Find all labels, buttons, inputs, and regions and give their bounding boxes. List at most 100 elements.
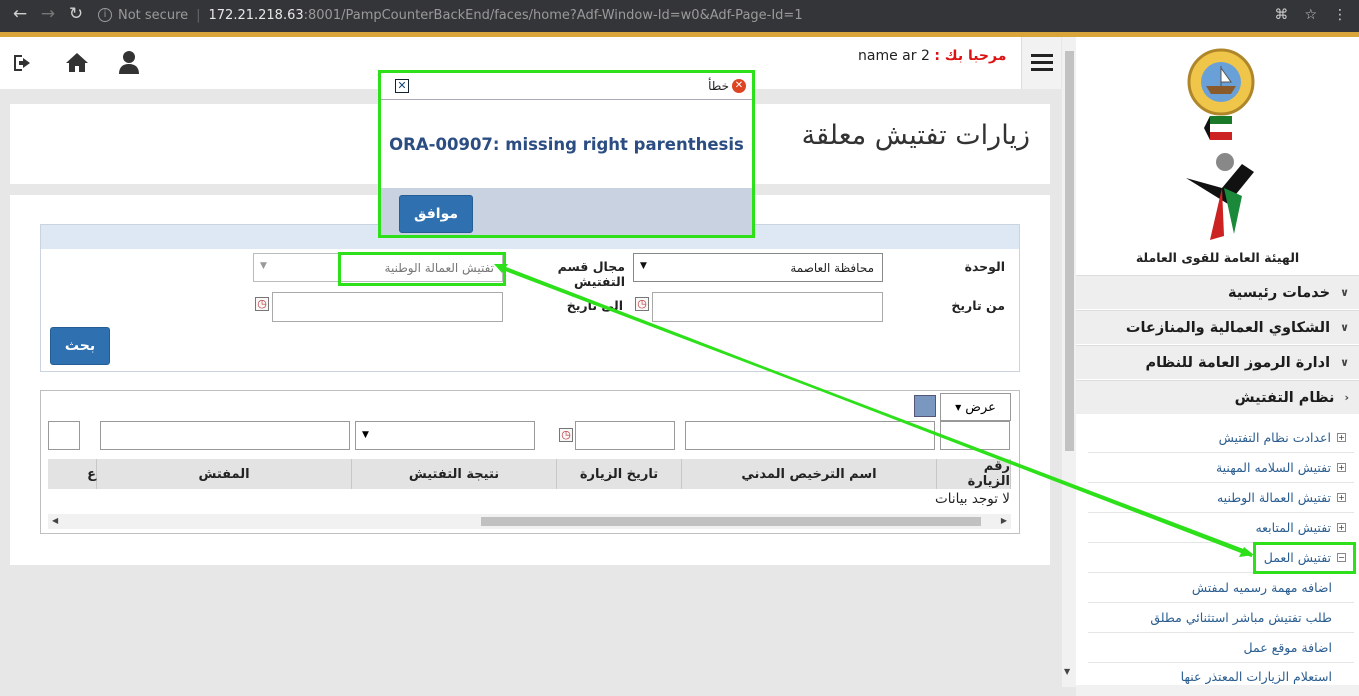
scrollbar-thumb[interactable] [481,517,981,526]
unit-select-value: محافظة العاصمة [790,260,874,275]
sidebar-item-national-labor-inspection[interactable]: تفتيش العمالة الوطنيه + [1088,483,1354,513]
calendar-icon[interactable]: ◷ [255,297,269,311]
sidebar-hscrollbar[interactable] [1076,685,1359,696]
sidebar-section-complaints[interactable]: الشكاوي العمالية والمنازعات ∨ [1076,310,1359,344]
calendar-icon[interactable]: ◷ [635,297,649,311]
dialog-titlebar: ✕ ✕ خطأ [381,73,752,100]
filter-result-select[interactable]: ▼ [355,421,535,450]
column-inspection-result[interactable]: نتيجة التفتيش [352,459,557,489]
column-license-name[interactable]: اسم الترخيص المدني [682,459,937,489]
column-visit-number[interactable]: رقم الزيارة [937,459,1011,489]
from-date-label: من تاريخ [951,298,1005,313]
address-bar[interactable]: i Not secure | 172.21.218.63 :8001/PampC… [98,4,803,26]
filter-inspector[interactable] [100,421,350,450]
sidebar-leaf-add-task[interactable]: اضافه مهمة رسميه لمفتش [1088,573,1354,603]
chevron-down-icon: ▼ [955,402,962,412]
security-label: Not secure [118,7,189,23]
column-visit-date[interactable]: تاريخ الزيارة [557,459,682,489]
scrollbar-thumb[interactable] [1065,51,1074,451]
column-truncated[interactable]: ع [48,459,97,489]
unit-label: الوحدة [964,259,1005,274]
dropdown-arrow-icon: ▼ [260,261,267,271]
sidebar-section-codes[interactable]: ادارة الرموز العامة للنظام ∨ [1076,345,1359,379]
translate-icon[interactable]: ⌘ [1274,7,1288,23]
sidebar-item-label: تفتيش المتابعه [1255,520,1331,535]
column-inspector[interactable]: المفتش [97,459,352,489]
from-date-input[interactable] [652,292,883,322]
info-icon[interactable]: i [98,8,112,22]
section-label: الشكاوي العمالية والمنازعات [1125,319,1331,336]
table-hscrollbar[interactable]: ◀ ▶ [48,514,1011,529]
forward-icon[interactable]: → [36,4,60,24]
unit-select[interactable]: ▼ محافظة العاصمة [633,253,883,282]
sidebar-leaf-add-worksite[interactable]: اضافة موقع عمل [1088,633,1354,663]
dialog-message: ORA-00907: missing right parenthesis [381,100,752,188]
dropdown-arrow-icon: ▼ [362,430,369,440]
highlight-box-field [338,252,506,286]
user-icon[interactable] [118,50,140,74]
calendar-icon[interactable]: ◷ [559,428,573,442]
browser-menu-icon[interactable]: ⋮ [1333,7,1347,23]
scroll-left-icon[interactable]: ◀ [52,516,58,525]
sidebar-item-label: تفتيش السلامه المهنية [1215,460,1331,475]
sidebar-item-label: طلب تفتيش مباشر استثنائي مطلق [1150,610,1332,625]
logout-icon[interactable] [12,52,38,74]
to-date-input[interactable] [272,292,503,322]
search-button[interactable]: بحث [50,327,110,365]
dialog-title: خطأ [708,79,729,93]
expand-icon[interactable]: + [1337,523,1346,532]
hamburger-menu-button[interactable] [1021,37,1061,89]
home-icon[interactable] [65,51,89,73]
sidebar-item-label: استعلام الزيارات المعتذر عنها [1180,669,1332,684]
filter-license-name[interactable] [685,421,935,450]
view-menu[interactable]: عرض ▼ [940,393,1011,421]
state-emblem-logo [1187,48,1255,140]
chevron-down-icon: ∨ [1340,286,1349,299]
sidebar-leaf-direct-request[interactable]: طلب تفتيش مباشر استثنائي مطلق [1088,603,1354,633]
authority-logo [1186,153,1254,240]
sidebar-item-safety-inspection[interactable]: تفتيش السلامه المهنية + [1088,453,1354,483]
section-label: ادارة الرموز العامة للنظام [1145,354,1331,371]
sidebar-item-followup-inspection[interactable]: تفتيش المتابعه + [1088,513,1354,543]
scroll-down-icon[interactable]: ▼ [1064,667,1070,676]
chevron-right-icon: › [1344,391,1349,404]
user-name: name ar 2 [858,48,930,64]
filter-visit-date[interactable] [575,421,675,450]
expand-icon[interactable]: + [1337,463,1346,472]
empty-table-text: لا توجد بيانات [935,491,1010,507]
close-icon[interactable]: ✕ [395,79,409,93]
sidebar-item-label: تفتيش العمالة الوطنيه [1216,490,1331,505]
chevron-down-icon: ∨ [1340,321,1349,334]
sidebar-section-inspection[interactable]: نظام التفتيش › [1076,380,1359,414]
error-icon: ✕ [732,79,746,93]
section-label: نظام التفتيش [1234,389,1335,406]
welcome-text: مرحبا بك : name ar 2 [858,48,1006,64]
url-path: :8001/PampCounterBackEnd/faces/home?Adf-… [303,7,803,23]
filter-extra[interactable] [48,421,80,450]
bookmark-star-icon[interactable]: ☆ [1304,7,1317,23]
dropdown-arrow-icon: ▼ [640,261,647,271]
expand-icon[interactable]: + [1337,493,1346,502]
inspection-field-label: مجال قسم التفتيش [557,259,625,289]
sidebar-item-label: اضافة موقع عمل [1243,640,1332,655]
page-title: زيارات تفتيش معلقة [801,120,1030,151]
sidebar-item-label: اعدادت نظام التفتيش [1218,430,1331,445]
section-label: خدمات رئيسية [1228,284,1331,301]
scroll-right-icon[interactable]: ▶ [1001,516,1007,525]
filter-visit-number[interactable] [940,421,1010,450]
expand-icon[interactable]: + [1337,433,1346,442]
highlight-box-work-inspection [1253,542,1356,574]
page-scrollbar[interactable]: ▼ [1062,37,1076,687]
address-divider: | [196,7,201,23]
sidebar-item-label: اضافه مهمة رسميه لمفتش [1191,580,1332,595]
back-icon[interactable]: ← [8,4,32,24]
sidebar-item-inspection-settings[interactable]: اعدادت نظام التفتيش + [1088,423,1354,453]
org-name: الهيئة العامة للقوى العاملة [1135,250,1300,265]
welcome-label: مرحبا بك : [934,48,1007,64]
to-date-label: الى تاريخ [566,298,623,313]
ok-button[interactable]: موافق [399,195,473,233]
reload-icon[interactable]: ↻ [64,4,88,24]
view-menu-label: عرض [965,399,996,415]
sidebar-section-main-services[interactable]: خدمات رئيسية ∨ [1076,275,1359,309]
export-icon[interactable] [914,395,936,417]
